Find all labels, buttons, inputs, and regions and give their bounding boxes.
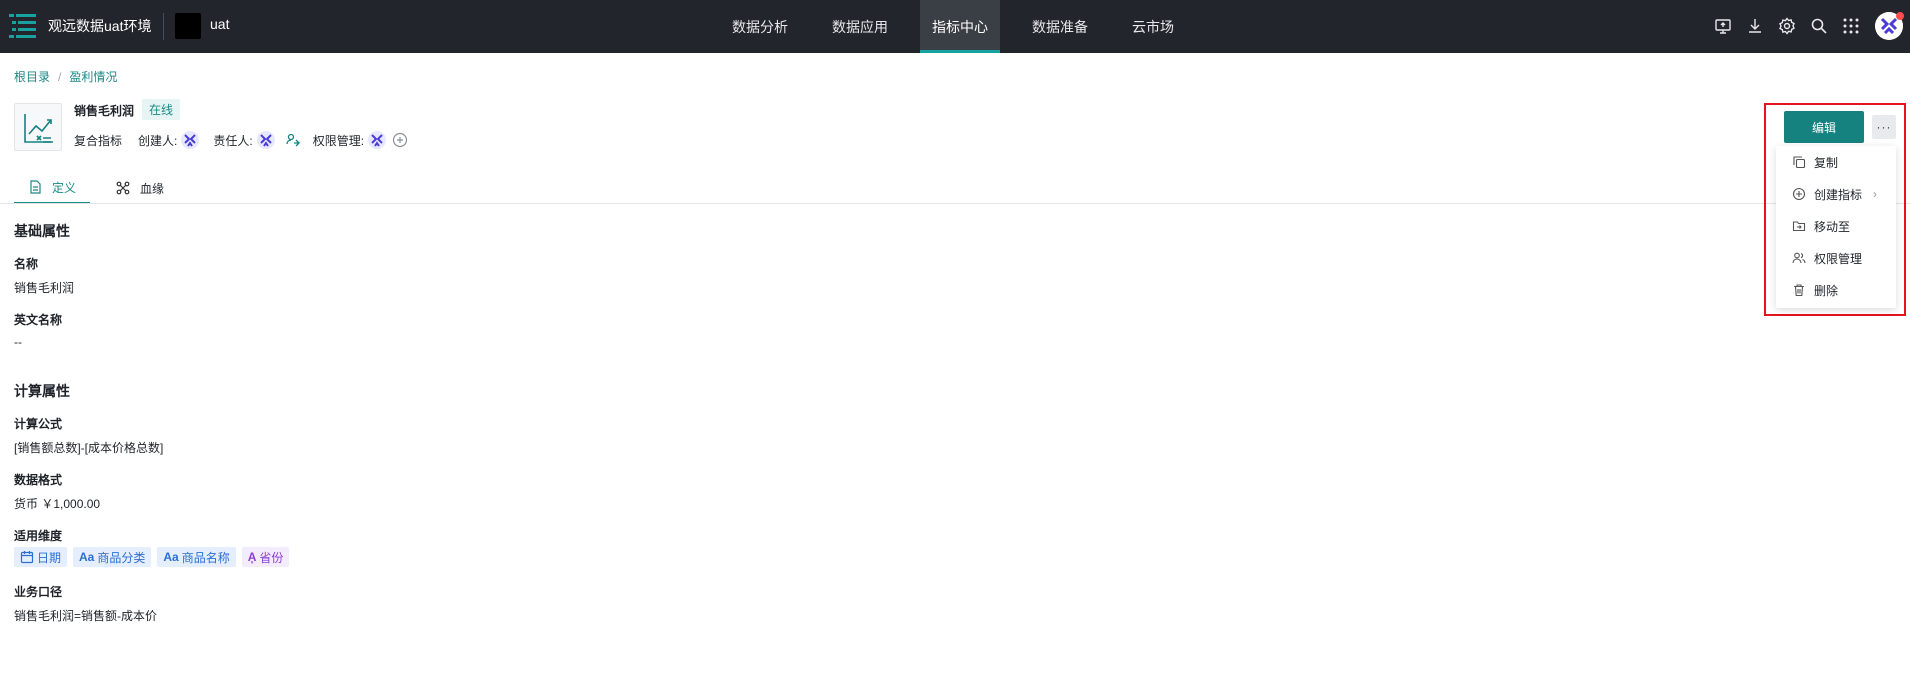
monitor-upload-icon[interactable]: [1714, 17, 1732, 35]
name-value: 销售毛利润: [14, 281, 75, 295]
status-badge: 在线: [142, 99, 181, 120]
tab-lineage-label: 血缘: [140, 181, 165, 196]
search-icon[interactable]: [1810, 17, 1828, 35]
tab-lineage[interactable]: 血缘: [102, 172, 178, 204]
creator-avatar-icon[interactable]: [181, 131, 200, 149]
permission-avatar-icon[interactable]: [368, 131, 387, 149]
copy-icon: [1793, 156, 1806, 169]
download-icon[interactable]: [1746, 17, 1764, 35]
biz-label: 业务口径: [14, 585, 63, 599]
breadcrumb-current[interactable]: 盈利情况: [69, 70, 117, 84]
add-permission-icon[interactable]: [392, 132, 408, 148]
more-dropdown-menu: 复制 创建指标 › 移动至 权限管理 删除: [1776, 146, 1896, 308]
apps-grid-icon[interactable]: [1842, 17, 1860, 35]
trash-icon: [1794, 284, 1804, 297]
formula-label: 计算公式: [14, 417, 63, 431]
lineage-icon: [116, 181, 130, 195]
tab-definition[interactable]: 定义: [14, 172, 91, 204]
dimension-tag-label: 商品分类: [97, 550, 146, 565]
geo-text-icon: Ḁ: [247, 550, 257, 564]
biz-value: 销售毛利润=销售额-成本价: [14, 609, 158, 623]
dimension-tag-label: 商品名称: [181, 550, 230, 565]
project-name[interactable]: uat: [210, 16, 229, 32]
main-nav: 数据分析 数据应用 指标中心 数据准备 云市场: [720, 0, 1206, 53]
tab-divider: [0, 203, 1910, 204]
en-name-label: 英文名称: [14, 313, 63, 327]
nav-cloud-market[interactable]: 云市场: [1120, 0, 1186, 53]
nav-data-analysis[interactable]: 数据分析: [720, 0, 800, 53]
menu-item-move[interactable]: 移动至: [1776, 210, 1896, 242]
creator-label: 创建人:: [138, 133, 178, 148]
format-label: 数据格式: [14, 473, 63, 487]
metric-type: 复合指标: [74, 133, 123, 148]
name-label: 名称: [14, 257, 39, 271]
workspace-name[interactable]: 观远数据uat环境: [48, 16, 151, 36]
dimension-tag-label: 日期: [37, 550, 62, 565]
tab-definition-label: 定义: [52, 180, 77, 195]
menu-item-label: 权限管理: [1814, 251, 1863, 266]
dimension-tag-province[interactable]: Ḁ 省份: [241, 547, 290, 567]
breadcrumb-separator: /: [58, 70, 62, 84]
dims-label: 适用维度: [14, 529, 63, 543]
menu-item-create-metric[interactable]: 创建指标 ›: [1776, 178, 1896, 210]
en-name-value: --: [14, 335, 22, 349]
menu-item-label: 移动至: [1814, 219, 1851, 234]
format-value: 货币 ￥1,000.00: [14, 497, 101, 511]
chevron-right-icon: ›: [1873, 187, 1877, 201]
folder-move-icon: [1792, 221, 1806, 232]
top-bar: 观远数据uat环境 uat 数据分析 数据应用 指标中心 数据准备 云市场: [0, 0, 1910, 53]
app-menu-icon[interactable]: [9, 12, 36, 40]
menu-item-copy[interactable]: 复制: [1776, 146, 1896, 178]
menu-item-permissions[interactable]: 权限管理: [1776, 242, 1896, 274]
breadcrumb-root[interactable]: 根目录: [14, 70, 50, 84]
nav-data-apps[interactable]: 数据应用: [820, 0, 900, 53]
document-icon: [30, 180, 41, 194]
permission-label: 权限管理:: [312, 133, 365, 148]
section-basic-title: 基础属性: [14, 223, 70, 239]
dimension-tag-date[interactable]: 日期: [14, 547, 68, 567]
tab-bar: 定义 血缘: [14, 172, 178, 204]
owner-avatar-icon[interactable]: [256, 131, 275, 149]
formula-value: [销售额总数]-[成本价格总数]: [14, 441, 164, 455]
dimension-tag-label: 省份: [259, 550, 284, 565]
menu-item-delete[interactable]: 删除: [1776, 274, 1896, 306]
menu-item-label: 删除: [1814, 283, 1839, 298]
menu-item-label: 创建指标: [1814, 187, 1863, 202]
project-avatar[interactable]: [175, 13, 201, 39]
calendar-icon: [20, 551, 34, 564]
users-icon: [1792, 252, 1806, 264]
section-calc-title: 计算属性: [14, 383, 70, 399]
metric-chart-icon: [14, 103, 62, 151]
nav-metric-center[interactable]: 指标中心: [920, 0, 1000, 53]
more-button[interactable]: ···: [1872, 115, 1896, 139]
owner-label: 责任人:: [213, 133, 253, 148]
dimension-tag-category[interactable]: Aa 商品分类: [73, 547, 152, 567]
settings-icon[interactable]: [1778, 17, 1796, 35]
breadcrumb: 根目录 / 盈利情况: [14, 68, 117, 85]
transfer-owner-icon[interactable]: [285, 131, 303, 149]
text-field-icon: Aa: [163, 550, 179, 564]
dimension-tags: 日期 Aa 商品分类 Aa 商品名称 Ḁ 省份: [14, 547, 295, 567]
text-field-icon: Aa: [79, 550, 95, 564]
dimension-tag-product-name[interactable]: Aa 商品名称: [157, 547, 236, 567]
metric-meta-row: 复合指标 创建人: 责任人: 权限管理:: [74, 131, 408, 149]
nav-data-prep[interactable]: 数据准备: [1020, 0, 1100, 53]
edit-button[interactable]: 编辑: [1784, 111, 1864, 143]
notification-dot: [1896, 12, 1904, 20]
plus-circle-icon: [1792, 187, 1806, 201]
topbar-divider: [163, 13, 164, 40]
metric-title: 销售毛利润: [74, 104, 135, 118]
menu-item-label: 复制: [1814, 155, 1839, 170]
